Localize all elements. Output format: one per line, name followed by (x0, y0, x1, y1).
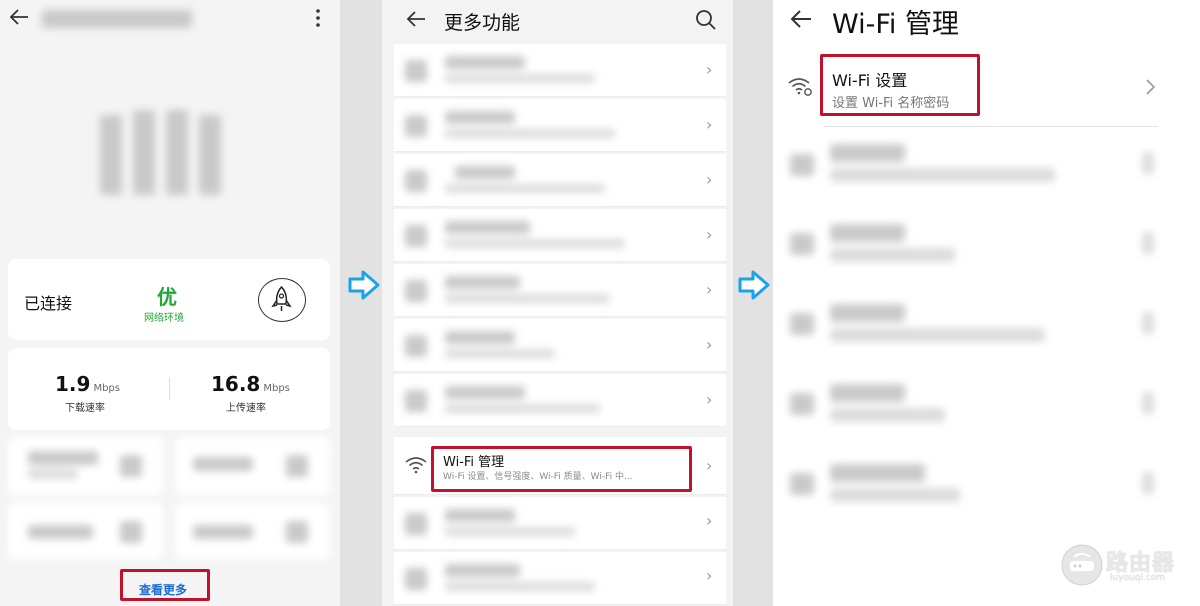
back-arrow-icon[interactable] (405, 9, 427, 29)
step-arrow-icon (738, 270, 770, 300)
search-icon[interactable] (695, 9, 717, 31)
network-quality-value: 优 (157, 285, 177, 309)
step-arrow-icon (348, 270, 380, 300)
blurred-settings-list (782, 130, 1162, 520)
highlight-view-more (120, 569, 210, 601)
watermark-url: luyouqi.com (1110, 573, 1166, 583)
blurred-feature-labels (400, 497, 720, 605)
separator (733, 0, 773, 606)
download-speed-label: 下载速率 (65, 403, 105, 414)
chevron-right-icon: › (706, 566, 713, 585)
list-divider (824, 126, 1158, 127)
blurred-router-name (42, 8, 192, 30)
upload-speed-label: 上传速率 (226, 403, 266, 414)
chevron-right-icon: › (706, 280, 713, 299)
wifi-icon (405, 457, 427, 474)
highlight-wifi-management (431, 446, 692, 492)
back-arrow-icon[interactable] (789, 8, 813, 30)
download-speed: 1.9 Mbps (55, 372, 120, 396)
upload-speed: 16.8 Mbps (211, 372, 290, 396)
connection-status-label: 已连接 (24, 294, 73, 313)
chevron-right-icon: › (706, 390, 713, 409)
chevron-right-icon: › (706, 60, 713, 79)
back-arrow-icon[interactable] (8, 7, 30, 27)
blurred-feature-grid (8, 437, 330, 559)
chevron-right-icon: › (706, 335, 713, 354)
chevron-right-icon: › (706, 511, 713, 530)
speedup-button[interactable] (258, 278, 306, 322)
page-title: Wi-Fi 管理 (832, 9, 959, 40)
chevron-right-icon: › (706, 456, 713, 475)
chevron-right-icon: › (706, 115, 713, 134)
page-title: 更多功能 (444, 12, 521, 34)
chevron-right-icon (1146, 79, 1156, 95)
more-options-icon[interactable] (314, 8, 322, 28)
separator (340, 0, 382, 606)
highlight-wifi-settings (820, 54, 980, 116)
chevron-right-icon: › (706, 170, 713, 189)
blurred-router-image (95, 105, 225, 200)
blurred-feature-labels (400, 44, 720, 429)
rocket-icon (271, 285, 292, 311)
chevron-right-icon: › (706, 225, 713, 244)
speed-divider (169, 378, 170, 400)
network-quality-label: 网络环境 (144, 313, 184, 324)
